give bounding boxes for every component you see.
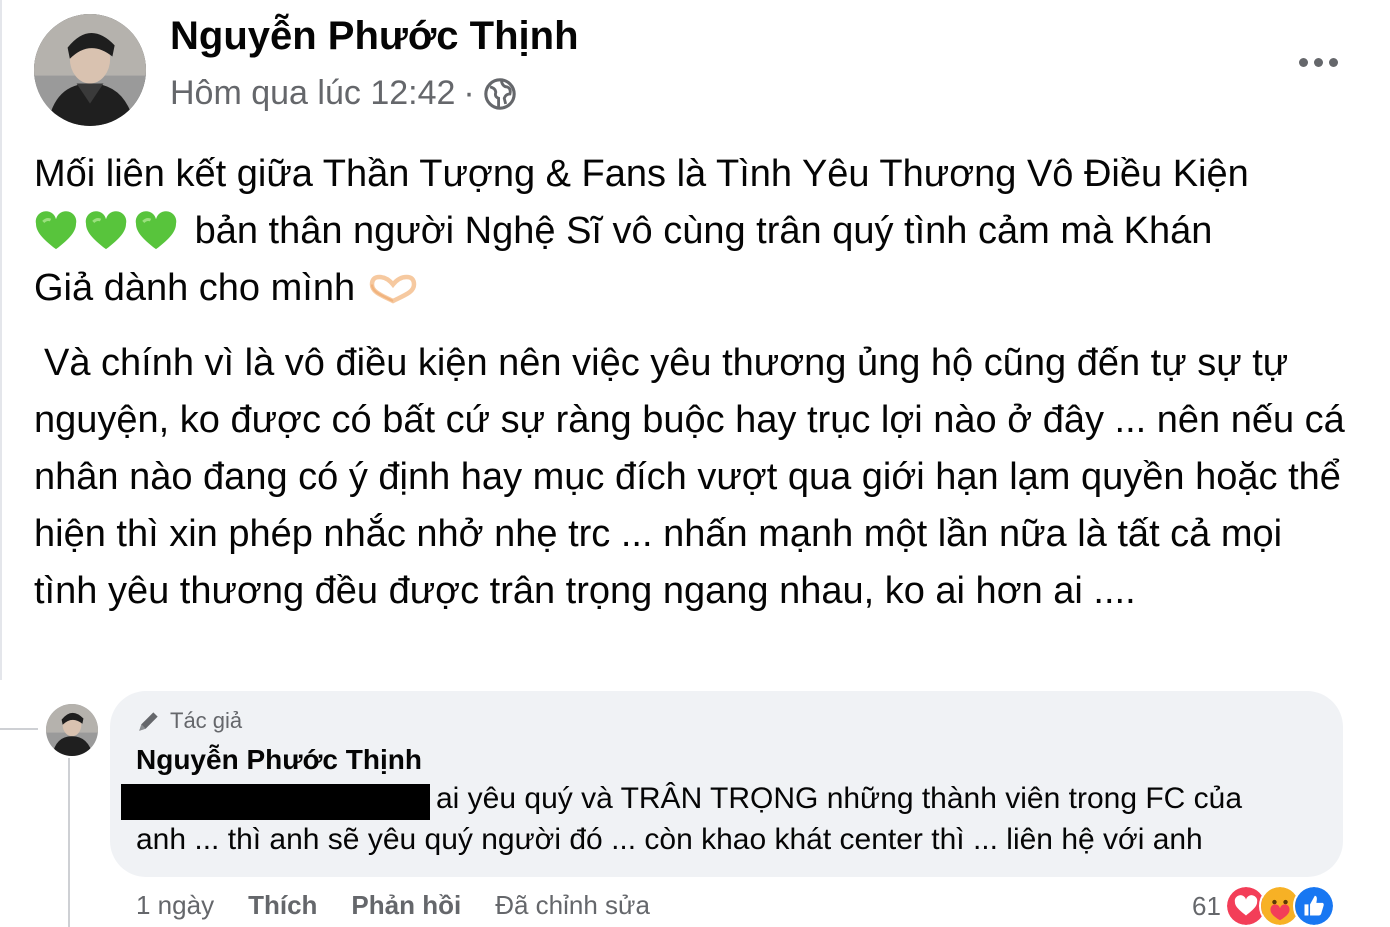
post-paragraph-1-line-3: Giả dành cho mình (34, 267, 356, 309)
reaction-count[interactable]: 61 (1192, 891, 1221, 922)
more-dot (1298, 57, 1308, 67)
post-paragraph-1-line-2: bản thân người Nghệ Sĩ vô cùng trân quý … (194, 210, 1213, 252)
author-avatar[interactable] (34, 14, 146, 126)
comment-author-name[interactable]: Nguyễn Phước Thịnh (136, 744, 422, 776)
comment-text-line-1: ai yêu quý và TRÂN TRỌNG những thành viê… (436, 782, 1243, 815)
green-heart-icon (135, 211, 177, 250)
post-body: Mối liên kết giữa Thần Tượng & Fans là T… (34, 146, 1354, 620)
green-heart-icon (35, 211, 77, 250)
like-button[interactable]: Thích (248, 890, 317, 921)
avatar-image (34, 14, 146, 126)
post-author-name[interactable]: Nguyễn Phước Thịnh (170, 14, 579, 59)
post-meta: Hôm qua lúc 12:42 · (170, 74, 517, 113)
like-icon (1292, 885, 1335, 927)
more-options-button[interactable] (1292, 44, 1344, 80)
more-dot (1328, 57, 1338, 67)
heart-hands-icon (369, 274, 417, 304)
author-badge: Tác giả (136, 708, 242, 734)
globe-icon[interactable] (483, 77, 517, 111)
meta-separator: · (463, 74, 475, 112)
post-paragraph-1: Mối liên kết giữa Thần Tượng & Fans là T… (34, 146, 1354, 317)
edited-label[interactable]: Đã chỉnh sửa (495, 890, 650, 921)
comment-text-line-2: anh ... thì anh sẽ yêu quý người đó ... … (136, 823, 1203, 856)
post-paragraph-2: Và chính vì là vô điều kiện nên việc yêu… (34, 342, 1345, 612)
comment-thread-line (0, 728, 38, 730)
pen-icon (139, 712, 158, 731)
green-heart-icon (85, 211, 127, 250)
comment-thread-line (68, 758, 70, 927)
post-paragraph-1-line-1: Mối liên kết giữa Thần Tượng & Fans là T… (34, 153, 1249, 195)
left-border (0, 0, 2, 680)
comment-author-avatar[interactable] (46, 704, 98, 756)
more-dot (1313, 57, 1323, 67)
comment-time[interactable]: 1 ngày (136, 890, 214, 921)
redaction-bar (121, 784, 430, 820)
avatar-image (46, 704, 98, 756)
post-timestamp[interactable]: Hôm qua lúc 12:42 (170, 74, 455, 113)
comment-actions: 1 ngày Thích Phản hồi Đã chỉnh sửa (136, 890, 650, 921)
comment-reactions[interactable]: 61 (1192, 885, 1335, 927)
reply-button[interactable]: Phản hồi (351, 890, 461, 921)
author-badge-label: Tác giả (170, 708, 243, 733)
